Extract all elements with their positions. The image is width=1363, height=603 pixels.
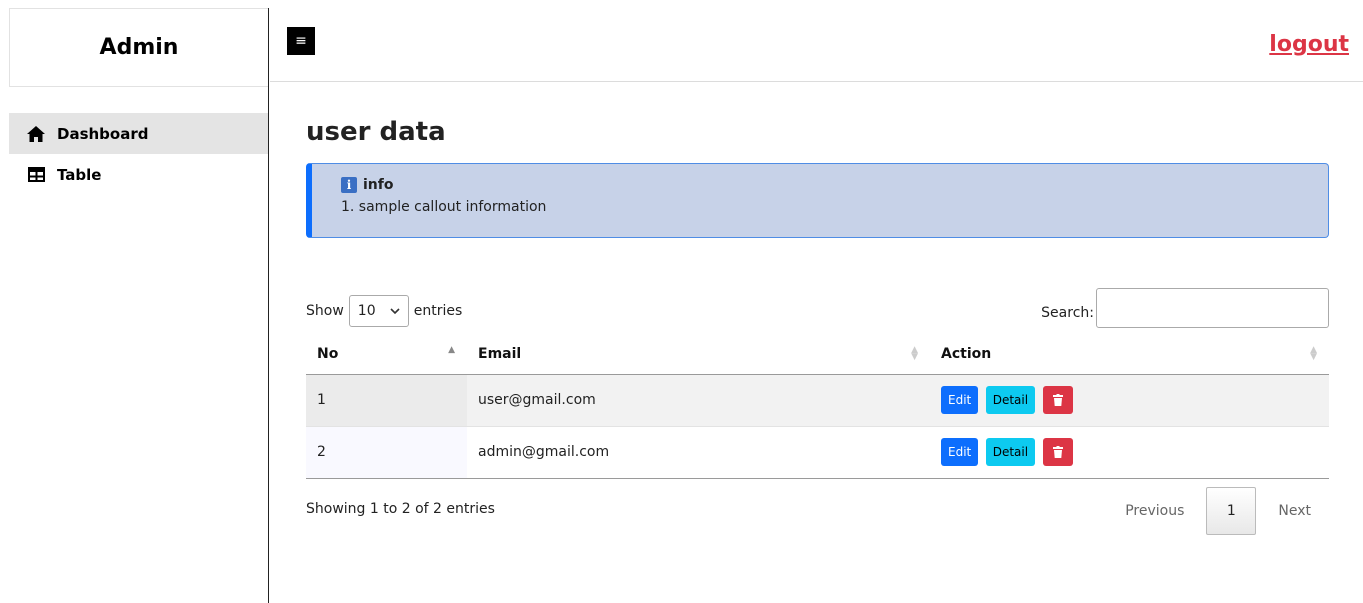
column-header-no[interactable]: No ▲ (306, 334, 467, 375)
home-icon (27, 125, 45, 143)
edit-button[interactable]: Edit (941, 386, 979, 414)
entries-select-value: 10 (357, 303, 376, 319)
info-icon: i (341, 177, 357, 193)
chevron-down-icon (390, 303, 400, 319)
trash-icon (1052, 446, 1063, 458)
page-button-1[interactable]: 1 (1206, 486, 1257, 535)
column-header-email[interactable]: Email ▲ ▼ (467, 334, 930, 375)
hamburger-icon: ≡ (295, 33, 307, 49)
delete-button[interactable] (1042, 438, 1073, 466)
brand-title: Admin (9, 8, 268, 87)
previous-page-button[interactable]: Previous (1107, 503, 1202, 519)
app-root: Admin Dashboard Table ≡ logout user data (0, 0, 1363, 603)
show-label: Show (306, 303, 344, 319)
table-icon (27, 166, 45, 184)
sidebar-item-label: Dashboard (57, 124, 149, 143)
search-control: Search: (1041, 288, 1329, 328)
sort-icon: ▲ ▼ (1310, 345, 1317, 362)
main-content: user data i info 1. sample callout infor… (306, 82, 1329, 539)
table-row: 1 user@gmail.com Edit Detail (306, 374, 1329, 427)
trash-icon (1052, 394, 1063, 406)
datatable-footer: Showing 1 to 2 of 2 entries Previous 1 N… (306, 479, 1329, 539)
cell-no: 2 (306, 426, 467, 479)
cell-actions: Edit Detail (930, 426, 1329, 479)
sort-icon: ▲ ▼ (911, 345, 918, 362)
column-header-action[interactable]: Action ▲ ▼ (930, 334, 1329, 375)
info-callout: i info 1. sample callout information (306, 163, 1329, 238)
sidebar: Admin Dashboard Table (9, 8, 269, 603)
sidebar-item-label: Table (57, 165, 102, 184)
cell-email: admin@gmail.com (467, 426, 930, 479)
user-table: No ▲ Email ▲ ▼ Action ▲ ▼ 1 user@gmail.c… (306, 334, 1329, 479)
datatable-controls: Show 10 entries Search: (306, 288, 1329, 328)
callout-text: 1. sample callout information (341, 199, 547, 215)
table-header-row: No ▲ Email ▲ ▼ Action ▲ ▼ (306, 334, 1329, 375)
menu-toggle-button[interactable]: ≡ (287, 27, 315, 55)
logout-link[interactable]: logout (1269, 32, 1349, 57)
sort-asc-icon: ▲ (448, 345, 455, 355)
pagination: Previous 1 Next (1107, 486, 1329, 535)
cell-no: 1 (306, 374, 467, 427)
entries-select[interactable]: 10 (348, 295, 409, 327)
table-row: 2 admin@gmail.com Edit Detail (306, 426, 1329, 479)
callout-header: i info (341, 174, 1328, 196)
sidebar-item-dashboard[interactable]: Dashboard (9, 113, 268, 154)
page-title: user data (306, 117, 446, 147)
table-info: Showing 1 to 2 of 2 entries (306, 500, 495, 517)
search-input[interactable] (1096, 288, 1329, 328)
cell-email: user@gmail.com (467, 374, 930, 427)
top-bar: ≡ logout (270, 8, 1363, 82)
sidebar-nav: Dashboard Table (9, 113, 268, 195)
edit-button[interactable]: Edit (941, 438, 979, 466)
entries-label: entries (413, 303, 463, 319)
search-label: Search: (1041, 305, 1094, 321)
sidebar-item-table[interactable]: Table (9, 154, 268, 195)
detail-button[interactable]: Detail (985, 438, 1036, 466)
detail-button[interactable]: Detail (985, 386, 1036, 414)
next-page-button[interactable]: Next (1260, 503, 1329, 519)
length-control: Show 10 entries (306, 295, 462, 327)
delete-button[interactable] (1042, 386, 1073, 414)
callout-title: info (363, 177, 394, 193)
cell-actions: Edit Detail (930, 374, 1329, 427)
